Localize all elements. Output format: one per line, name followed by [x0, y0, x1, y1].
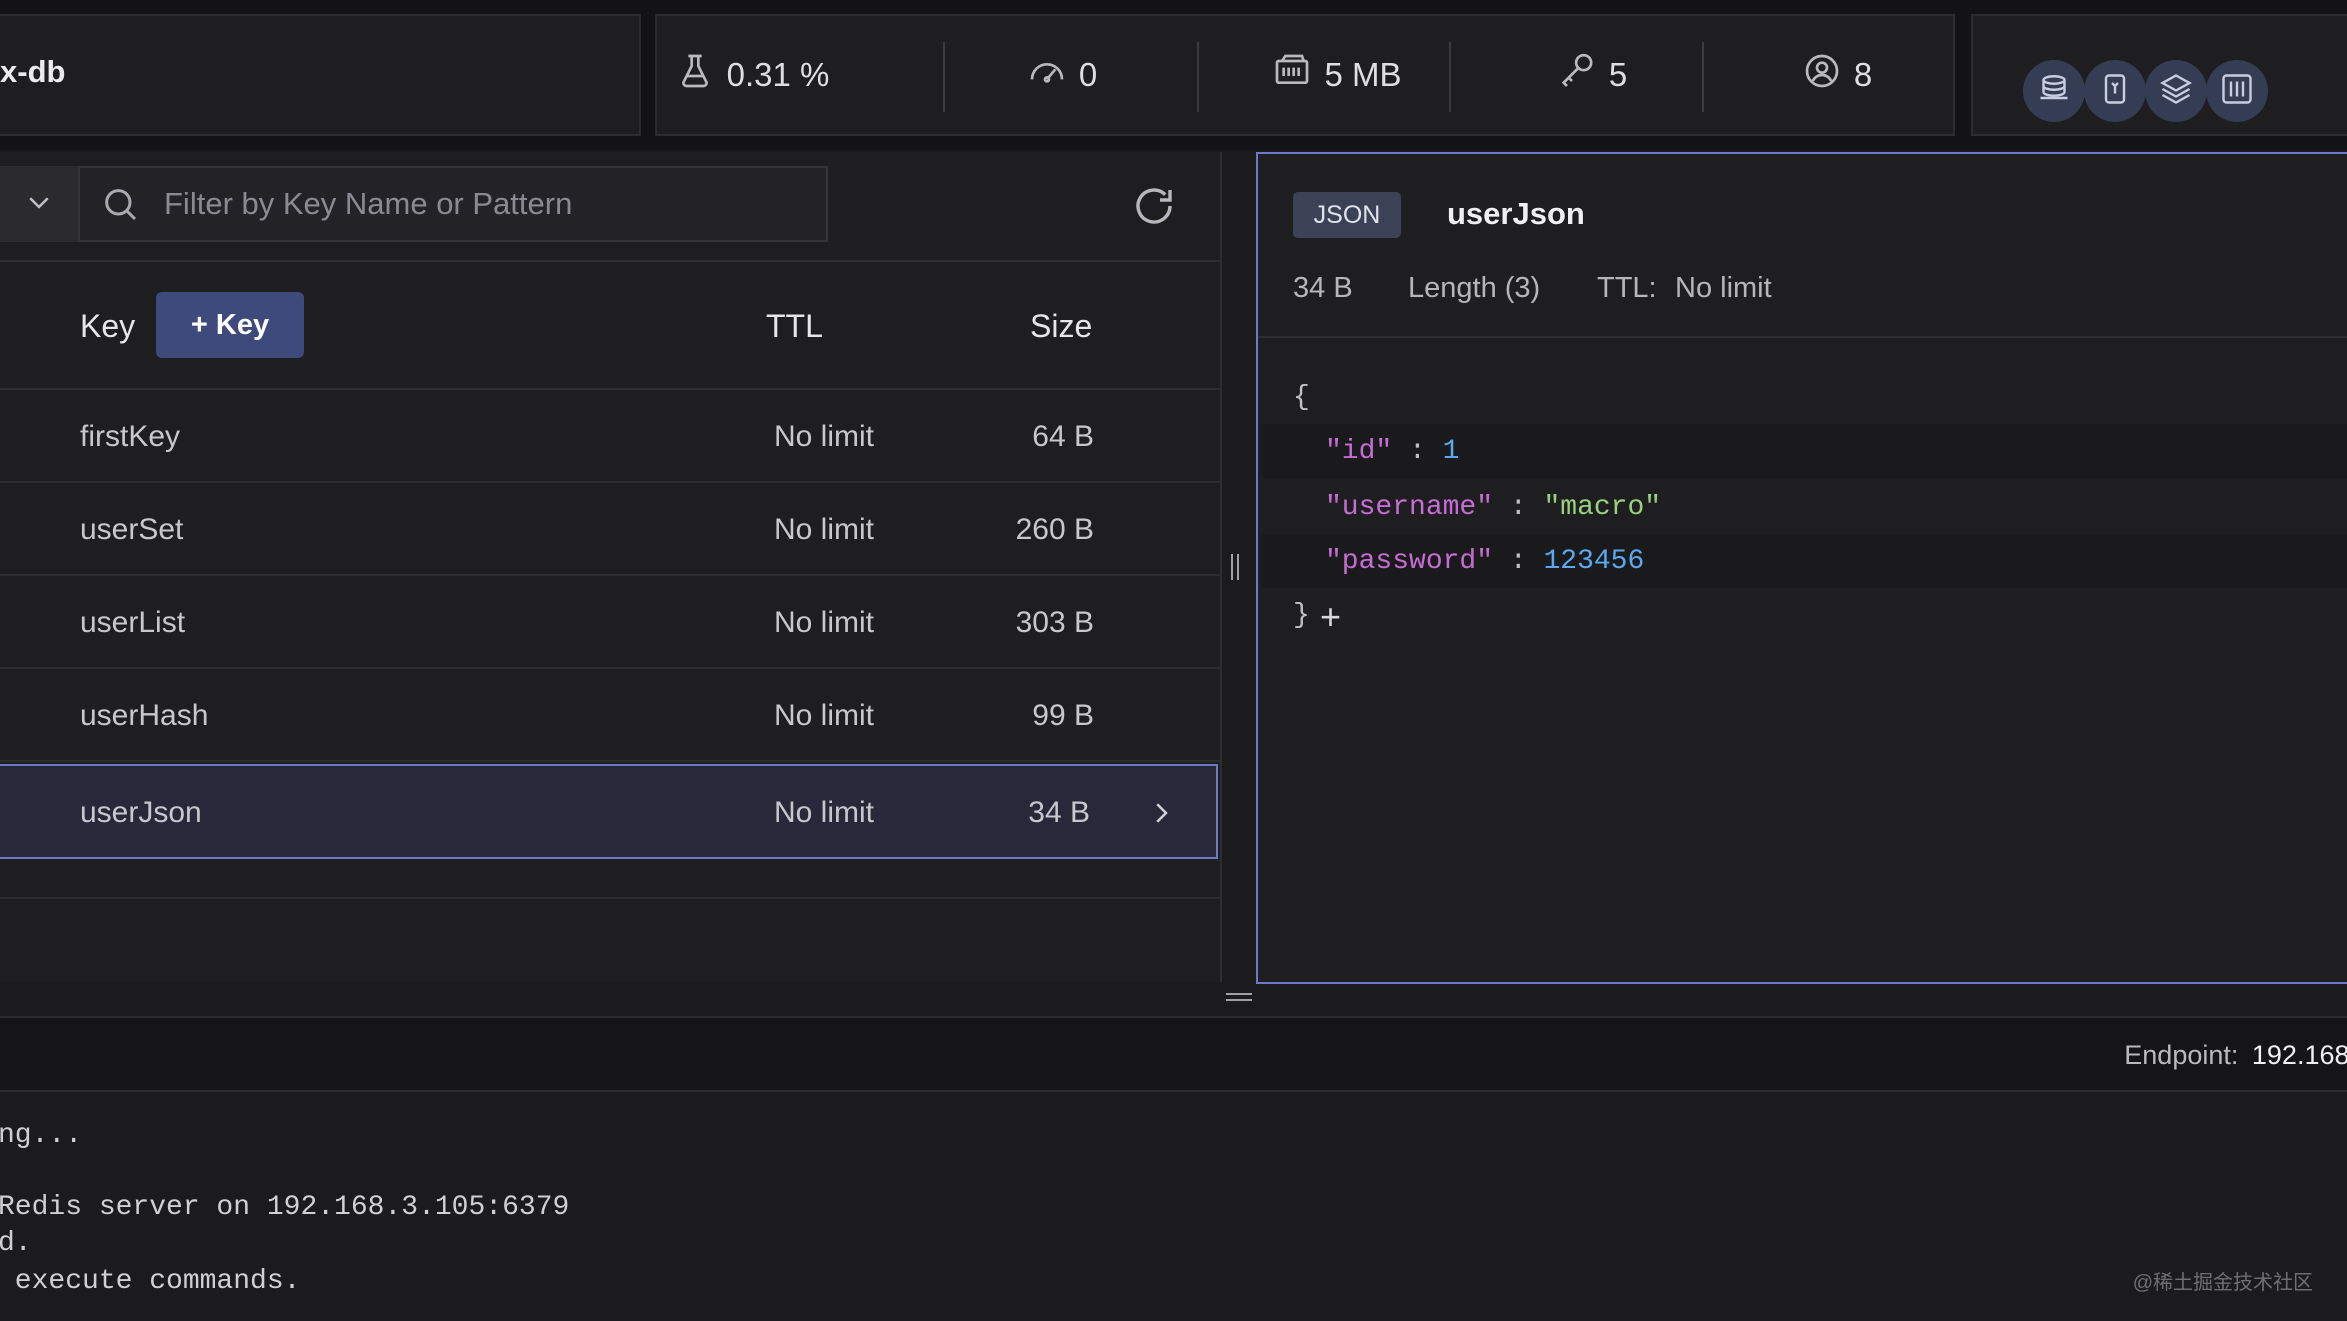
stat-memory[interactable]: 5 MB — [1217, 16, 1457, 134]
cli-line: ng... — [0, 1120, 83, 1151]
key-row[interactable]: userList No limit 303 B — [0, 576, 1220, 669]
chevron-right-icon — [1146, 766, 1176, 859]
stat-keys[interactable]: 5 — [1507, 16, 1677, 134]
json-close-brace: } — [1293, 600, 1310, 631]
stat-divider — [1702, 42, 1704, 112]
horizontal-resize-handle[interactable] — [1224, 990, 1254, 1004]
key-row[interactable]: userSet No limit 260 B — [0, 483, 1220, 576]
key-filter-input[interactable] — [162, 185, 786, 223]
key-name: userSet — [80, 512, 184, 546]
json-key: "password" — [1325, 546, 1494, 577]
key-name: userJson — [80, 795, 202, 829]
key-name: userHash — [80, 698, 209, 732]
key-ttl: No limit — [774, 795, 875, 829]
add-key-button[interactable]: + Key — [156, 292, 304, 358]
database-stack-button[interactable] — [2023, 60, 2085, 122]
json-value: 1 — [1442, 436, 1460, 467]
stat-cpu-value: 0.31 % — [726, 56, 830, 93]
json-key: "username" — [1325, 492, 1494, 523]
layers-button[interactable] — [2145, 60, 2207, 122]
key-name: firstKey — [80, 419, 181, 453]
document-icon — [2097, 71, 2133, 112]
endpoint-value: 192.168. — [2251, 1040, 2347, 1070]
key-ttl: No limit — [774, 605, 875, 639]
key-type-dropdown[interactable] — [0, 166, 78, 242]
key-ttl: No limit — [774, 698, 875, 732]
json-colon: : — [1509, 492, 1527, 523]
json-key: "id" — [1325, 436, 1393, 467]
key-icon — [1557, 51, 1597, 99]
json-value: 123456 — [1543, 546, 1645, 577]
tool-buttons — [1971, 14, 2347, 136]
refresh-icon — [1130, 188, 1178, 234]
key-size: 34 B — [1028, 795, 1090, 829]
endpoint-info: Endpoint: 192.168. — [2124, 1040, 2347, 1071]
gauge-icon — [1027, 51, 1067, 99]
details-divider — [1258, 336, 2347, 338]
key-size: 99 B — [1032, 698, 1094, 732]
chevron-down-icon — [24, 187, 54, 222]
json-colon: : — [1409, 436, 1426, 467]
search-icon — [100, 184, 140, 224]
column-key[interactable]: Key — [80, 308, 135, 345]
key-size-meta: 34 B — [1293, 272, 1353, 304]
key-ttl: No limit — [774, 512, 875, 546]
stat-divider — [1449, 42, 1451, 112]
key-type-badge: JSON — [1293, 192, 1401, 238]
column-size[interactable]: Size — [1030, 308, 1092, 345]
database-info-box — [0, 14, 641, 136]
stat-cpu[interactable]: 0.31 % — [657, 16, 847, 134]
cli-line: d. — [0, 1228, 32, 1259]
grid-button[interactable] — [2206, 60, 2268, 122]
database-name: x-db — [0, 54, 66, 89]
key-size: 260 B — [1015, 512, 1094, 546]
layers-icon — [2158, 71, 2194, 112]
json-colon: : — [1509, 546, 1527, 577]
stat-divider — [1197, 42, 1199, 112]
column-ttl[interactable]: TTL — [766, 308, 823, 345]
grid-icon — [2219, 71, 2255, 112]
list-divider — [0, 897, 1220, 899]
json-value: "macro" — [1543, 492, 1662, 523]
watermark: @稀土掘金技术社区 — [2132, 1272, 2313, 1294]
cli-line: Redis server on 192.168.3.105:6379 — [0, 1192, 570, 1223]
json-entry: "password" : 123456 — [1325, 546, 1644, 577]
key-size: 303 B — [1015, 605, 1094, 639]
add-field-button[interactable]: + — [1320, 596, 1341, 638]
key-size: 64 B — [1032, 419, 1094, 453]
cpu-flask-icon — [675, 51, 715, 99]
vertical-resize-handle[interactable] — [1228, 552, 1242, 582]
cli-line: execute commands. — [0, 1266, 301, 1297]
key-row[interactable]: userHash No limit 99 B — [0, 669, 1220, 762]
stat-memory-value: 5 MB — [1324, 56, 1402, 93]
json-open-brace: { — [1293, 382, 1310, 413]
refresh-button[interactable] — [1130, 182, 1178, 230]
stat-ops[interactable]: 0 — [987, 16, 1137, 134]
database-stack-icon — [2036, 71, 2072, 112]
key-ttl: No limit — [774, 419, 875, 453]
endpoint-label: Endpoint: — [2124, 1040, 2239, 1070]
key-name-title[interactable]: userJson — [1447, 196, 1585, 232]
key-length-meta: Length (3) — [1408, 272, 1541, 304]
key-filter-box — [78, 166, 828, 242]
stat-clients[interactable]: 8 — [1757, 16, 1917, 134]
document-button[interactable] — [2084, 60, 2146, 122]
stat-keys-value: 5 — [1608, 56, 1628, 93]
json-entry: "id" : 1 — [1325, 436, 1459, 467]
user-icon — [1802, 51, 1842, 99]
stat-divider — [943, 42, 945, 112]
server-stats: 0.31 % 0 5 MB 5 8 — [655, 14, 1955, 136]
ttl-label: TTL: — [1597, 272, 1657, 304]
stat-clients-value: 8 — [1853, 56, 1873, 93]
json-entry: "username" : "macro" — [1325, 492, 1661, 523]
key-row-selected[interactable]: userJson No limit 34 B — [0, 764, 1218, 859]
key-row[interactable]: firstKey No limit 64 B — [0, 390, 1220, 483]
ttl-value[interactable]: No limit — [1675, 272, 1772, 305]
status-bar — [0, 1016, 2347, 1092]
stat-ops-value: 0 — [1078, 56, 1098, 93]
key-name: userList — [80, 605, 186, 639]
memory-icon — [1272, 51, 1312, 99]
